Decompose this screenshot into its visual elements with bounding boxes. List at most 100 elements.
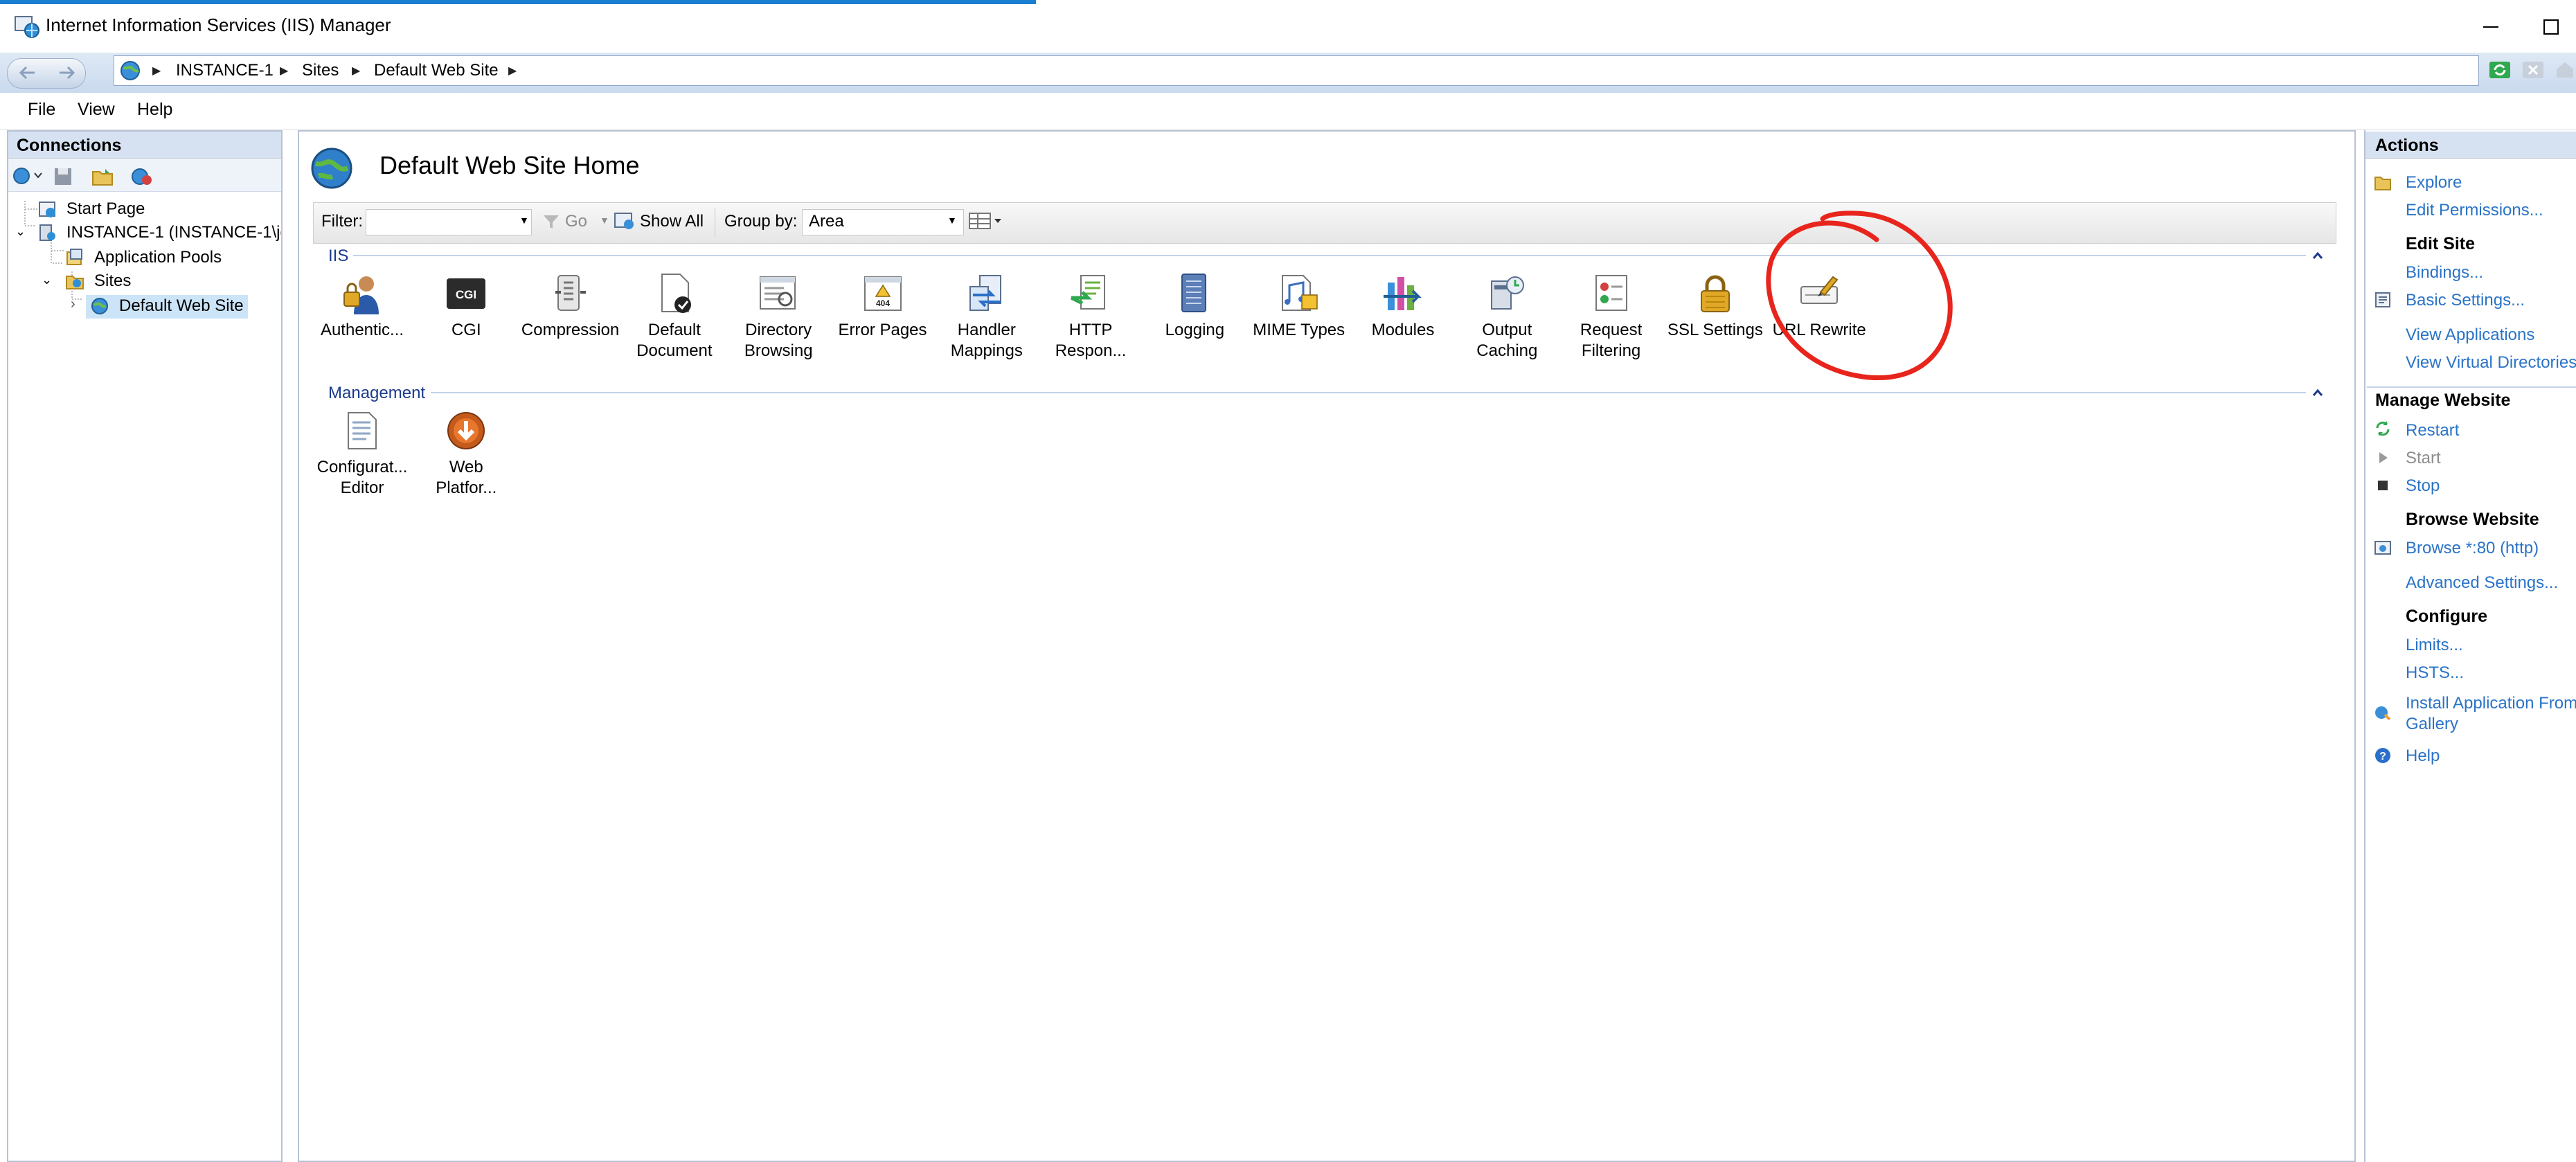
feature-label-line2: Caching: [1476, 341, 1538, 360]
action-view-applications[interactable]: View Applications: [2406, 325, 2534, 345]
feature-label-line1: Compression: [521, 321, 620, 339]
connect-icon[interactable]: [11, 165, 44, 187]
tree-item-application-pools[interactable]: Application Pools: [94, 248, 222, 267]
action-hsts[interactable]: HSTS...: [2406, 663, 2464, 683]
basic-settings-icon: [2375, 292, 2390, 307]
save-icon[interactable]: [53, 166, 73, 187]
home-icon[interactable]: [2554, 58, 2576, 82]
chevron-down-icon[interactable]: ⌄: [15, 224, 26, 239]
default-document-icon: [661, 274, 691, 313]
http-response-icon: [1070, 275, 1106, 310]
feature-logging[interactable]: Logging: [1143, 271, 1246, 341]
action-basic-settings[interactable]: Basic Settings...: [2406, 291, 2525, 310]
tree-item-instance[interactable]: INSTANCE-1 (INSTANCE-1\jor: [66, 223, 281, 242]
refresh-icon[interactable]: [2487, 58, 2512, 82]
menu-help[interactable]: Help: [137, 100, 172, 120]
action-explore[interactable]: Explore: [2406, 173, 2462, 193]
go-dropdown-caret-icon[interactable]: ▼: [600, 215, 609, 226]
feature-authentication[interactable]: Authentic...: [310, 271, 414, 341]
feature-label-line1: CGI: [451, 321, 481, 339]
feature-label-line2: Respon...: [1055, 341, 1127, 360]
view-mode-icon[interactable]: [967, 209, 1003, 233]
tree-item-sites[interactable]: Sites: [94, 271, 131, 291]
breadcrumb-default-web-site[interactable]: Default Web Site: [374, 61, 499, 80]
forward-arrow-icon[interactable]: [51, 61, 83, 84]
modules-icon: [1384, 277, 1422, 310]
action-stop[interactable]: Stop: [2406, 476, 2440, 496]
action-view-virtual-directories[interactable]: View Virtual Directories: [2406, 353, 2576, 373]
feature-request-filtering[interactable]: Request Filtering: [1559, 271, 1663, 361]
feature-default-document[interactable]: Default Document: [623, 271, 726, 361]
feature-label-line2: Editor: [340, 479, 384, 497]
action-limits[interactable]: Limits...: [2406, 636, 2463, 655]
start-page-icon: [39, 202, 55, 217]
filter-label: Filter:: [321, 212, 363, 231]
feature-web-platform[interactable]: Web Platfor...: [414, 409, 518, 499]
manage-website-heading: Manage Website: [2375, 391, 2511, 410]
feature-mime-types[interactable]: MIME Types: [1247, 271, 1351, 341]
configure-heading: Configure: [2406, 607, 2488, 626]
server-connect-icon[interactable]: [130, 166, 154, 187]
section-iis-label: IIS: [328, 247, 349, 265]
collapse-chevron-icon[interactable]: [2311, 388, 2324, 397]
feature-cgi[interactable]: CGI CGI: [414, 271, 518, 341]
up-folder-icon[interactable]: [91, 166, 114, 187]
actions-title: Actions: [2375, 136, 2439, 155]
chevron-down-icon[interactable]: ⌄: [42, 273, 52, 287]
action-install-application-line1[interactable]: Install Application From: [2406, 694, 2576, 713]
group-by-caret-icon[interactable]: ▼: [947, 215, 957, 226]
feature-output-caching[interactable]: Output Caching: [1455, 271, 1559, 361]
stop-loading-icon[interactable]: [2521, 58, 2546, 82]
breadcrumb-instance[interactable]: INSTANCE-1: [176, 61, 274, 80]
explore-folder-icon: [2374, 177, 2391, 190]
feature-label-line1: SSL Settings: [1667, 321, 1763, 339]
feature-label-line1: Logging: [1165, 321, 1225, 339]
collapse-chevron-icon[interactable]: [2311, 251, 2324, 260]
filter-dropdown-caret-icon[interactable]: ▼: [519, 215, 529, 226]
stop-icon: [2378, 481, 2388, 490]
menu-view[interactable]: View: [78, 100, 115, 120]
show-all-icon: [614, 213, 634, 229]
filter-input[interactable]: [366, 209, 532, 235]
feature-configuration-editor[interactable]: Configurat... Editor: [310, 409, 414, 499]
feature-label-line2: Document: [636, 341, 713, 360]
globe-icon: [120, 61, 140, 80]
feature-label-line1: Output: [1482, 321, 1532, 339]
chevron-right-icon[interactable]: ›: [71, 296, 75, 312]
action-install-application-line2[interactable]: Gallery: [2406, 715, 2458, 734]
feature-label-line1: Default: [647, 321, 701, 339]
action-restart[interactable]: Restart: [2406, 421, 2459, 440]
show-all-button[interactable]: Show All: [640, 212, 704, 231]
tree-item-default-web-site[interactable]: Default Web Site: [119, 296, 244, 316]
feature-error-pages[interactable]: 404 Error Pages: [831, 271, 935, 341]
feature-ssl-settings[interactable]: SSL Settings: [1663, 271, 1767, 341]
go-button[interactable]: Go: [565, 212, 587, 231]
action-browse-80[interactable]: Browse *:80 (http): [2406, 539, 2539, 558]
feature-compression[interactable]: Compression: [519, 271, 623, 341]
feature-directory-browsing[interactable]: Directory Browsing: [726, 271, 830, 361]
sites-folder-icon: [66, 276, 84, 289]
feature-label-line1: Directory: [745, 321, 812, 339]
menu-file[interactable]: File: [28, 100, 55, 120]
action-bindings[interactable]: Bindings...: [2406, 263, 2483, 283]
feature-modules[interactable]: Modules: [1351, 271, 1455, 341]
section-management-rule: [431, 392, 2306, 393]
install-gallery-icon: [2375, 706, 2391, 721]
feature-handler-mappings[interactable]: Handler Mappings: [935, 271, 1039, 361]
action-edit-permissions[interactable]: Edit Permissions...: [2406, 201, 2543, 220]
action-start[interactable]: Start: [2406, 449, 2441, 468]
maximize-button[interactable]: [2529, 12, 2572, 42]
back-arrow-icon[interactable]: [12, 61, 44, 84]
minimize-button[interactable]: [2469, 12, 2512, 42]
page-title: Default Web Site Home: [379, 151, 640, 179]
action-advanced-settings[interactable]: Advanced Settings...: [2406, 573, 2558, 593]
server-icon: [39, 224, 55, 241]
tree-item-start-page[interactable]: Start Page: [66, 199, 145, 219]
iis-manager-icon: [15, 16, 39, 38]
feature-http-response[interactable]: HTTP Respon...: [1039, 271, 1143, 361]
feature-label-line1: MIME Types: [1253, 321, 1345, 339]
breadcrumb-sites[interactable]: Sites: [302, 61, 339, 80]
application-pools-icon: [66, 249, 82, 265]
action-help[interactable]: Help: [2406, 747, 2440, 766]
breadcrumb-separator: ▶: [152, 65, 161, 77]
